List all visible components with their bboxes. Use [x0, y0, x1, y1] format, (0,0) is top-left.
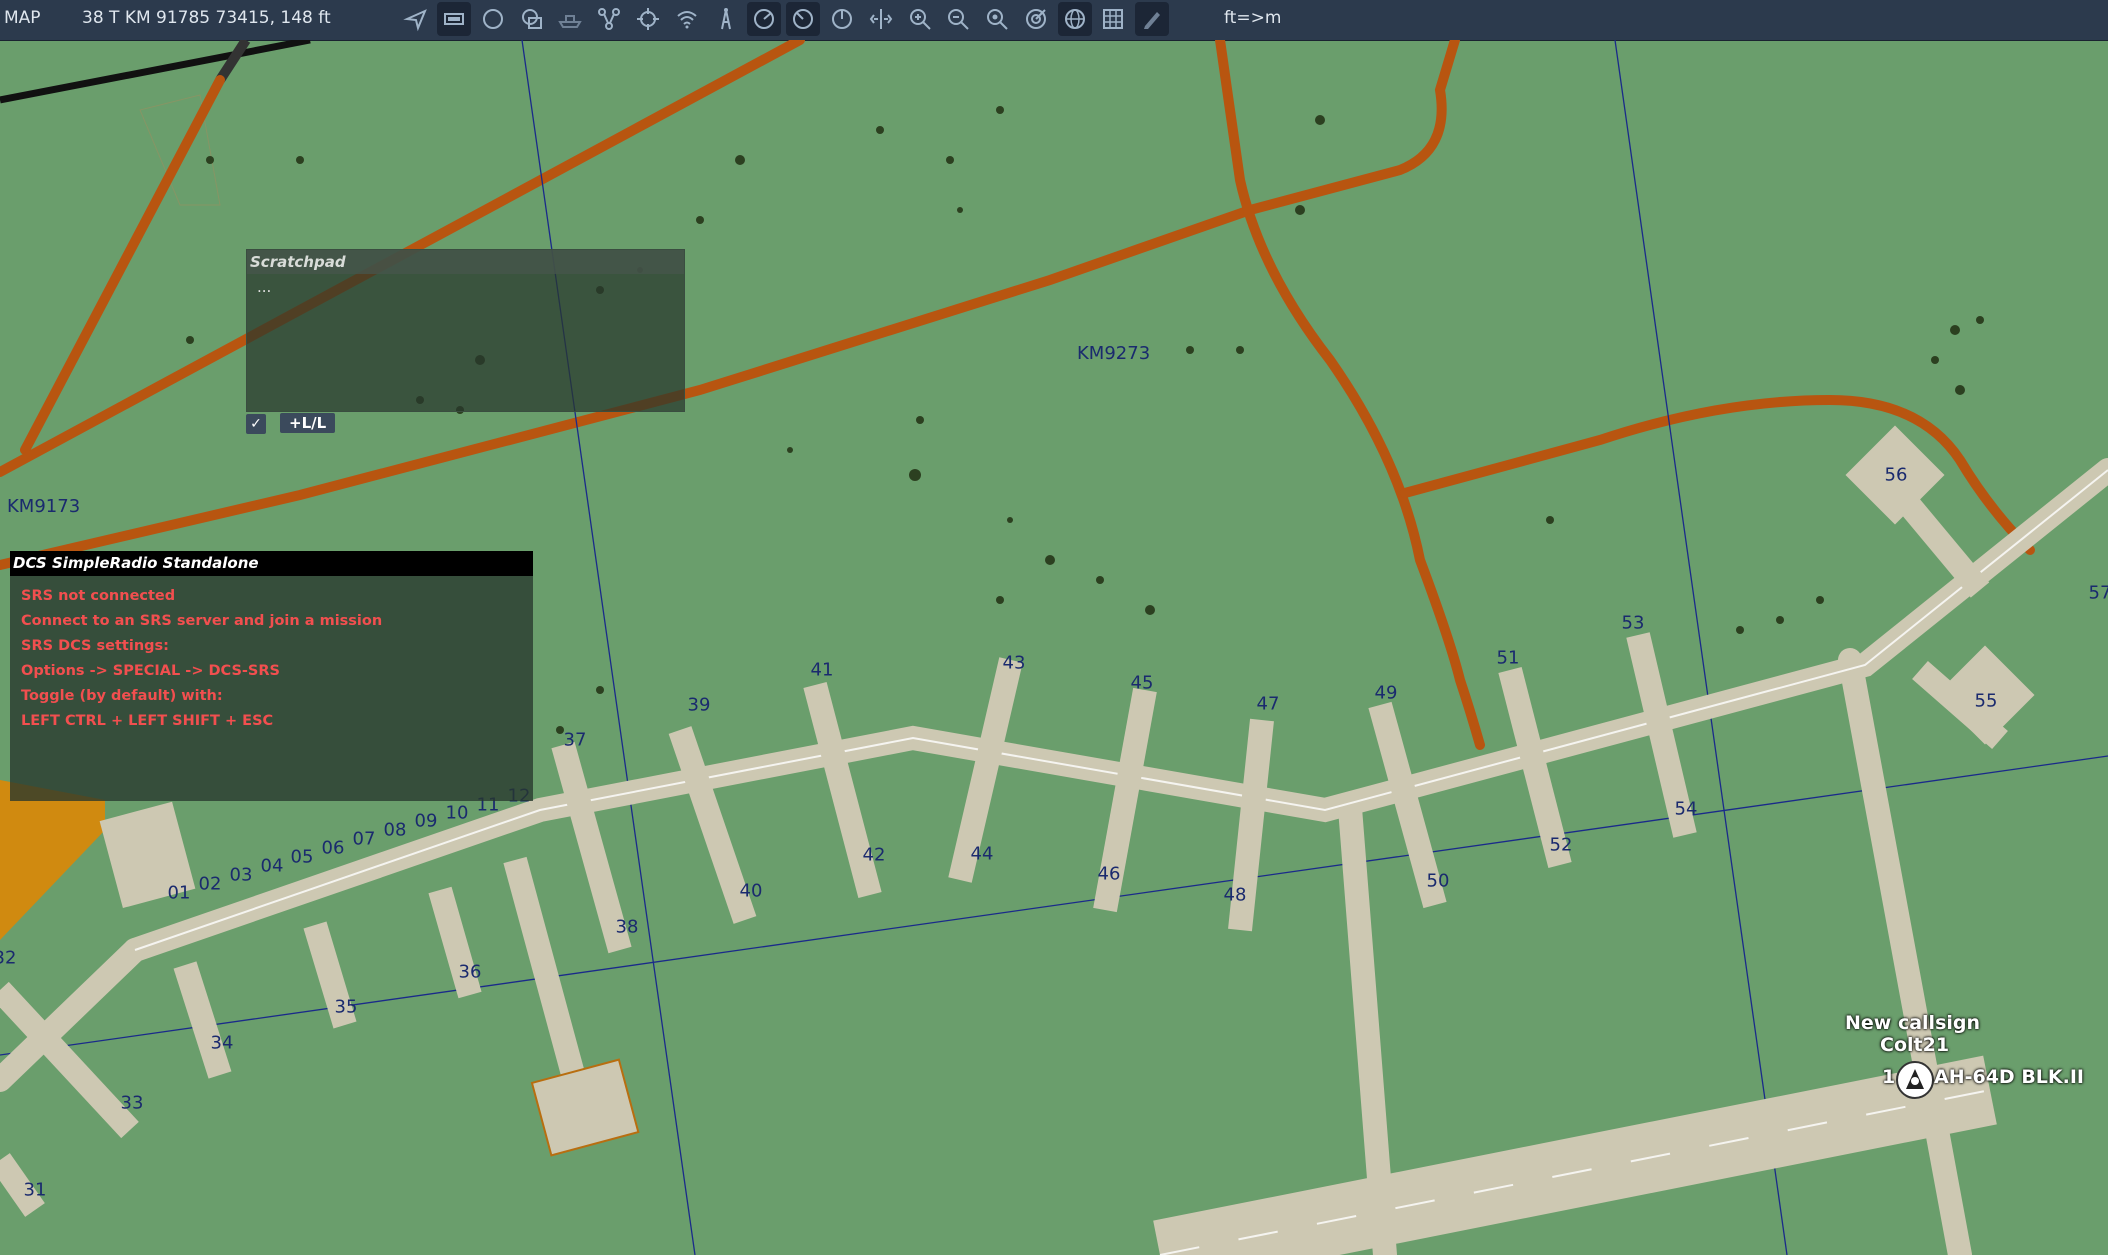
parking-spot-label: 43: [1002, 652, 1026, 674]
parking-spot-label: 37: [563, 729, 587, 751]
parking-spot-label: 38: [615, 916, 639, 938]
locate-icon[interactable]: [399, 2, 433, 36]
parking-spot-label: 08: [383, 819, 407, 841]
grid-icon[interactable]: [1096, 2, 1130, 36]
parking-spot-label: 04: [260, 855, 284, 877]
globe-icon[interactable]: [1058, 2, 1092, 36]
parking-spot-label: 31: [23, 1179, 47, 1201]
parking-spot-label: 05: [290, 846, 314, 868]
scratchpad-panel[interactable]: Scratchpad ...: [246, 249, 685, 412]
ruler-icon[interactable]: [864, 2, 898, 36]
srs-title: DCS SimpleRadio Standalone: [10, 551, 533, 576]
parking-spot-label: 57: [2088, 582, 2108, 604]
parking-spot-label: 52: [1549, 834, 1573, 856]
unit-callsign: Colt21: [1880, 1034, 1950, 1056]
srs-overlay: DCS SimpleRadio Standalone SRS not conne…: [10, 551, 533, 801]
parking-spot-label: 41: [810, 659, 834, 681]
parking-spot-label: 06: [321, 837, 345, 859]
srs-message: SRS not connected: [21, 588, 176, 604]
route-icon[interactable]: [592, 2, 626, 36]
parking-spot-label: 50: [1426, 870, 1450, 892]
parking-spot-label: 40: [739, 880, 763, 902]
parking-spot-label: 34: [210, 1032, 234, 1054]
parking-spot-label: 51: [1496, 647, 1520, 669]
parking-spot-label: 32: [0, 947, 17, 969]
parking-spot-label: 56: [1884, 464, 1908, 486]
cursor-coordinates: 38 T KM 91785 73415, 148 ft: [82, 8, 331, 28]
parking-spot-label: 53: [1621, 612, 1645, 634]
top-toolbar: MAP 38 T KM 91785 73415, 148 ft ft=>m: [0, 0, 2108, 41]
srs-message: LEFT CTRL + LEFT SHIFT + ESC: [21, 713, 274, 729]
tower-icon[interactable]: [709, 2, 743, 36]
unit-type: AH-64D BLK.II: [1934, 1066, 2084, 1088]
zoom-fit-icon[interactable]: [980, 2, 1014, 36]
parking-spot-label: 49: [1374, 682, 1398, 704]
radar-b-icon[interactable]: [786, 2, 820, 36]
mode-label[interactable]: MAP: [4, 8, 41, 28]
parking-spot-label: 48: [1223, 884, 1247, 906]
srs-message: SRS DCS settings:: [21, 638, 169, 654]
radar-c-icon[interactable]: [825, 2, 859, 36]
parking-spot-label: 42: [862, 844, 886, 866]
parking-spot-label: 01: [167, 882, 191, 904]
grid-label-km9273: KM9273: [1077, 343, 1151, 364]
parking-spot-label: 47: [1256, 693, 1280, 715]
srs-message: Toggle (by default) with:: [21, 688, 223, 704]
radar-a-icon[interactable]: [747, 2, 781, 36]
zoom-in-icon[interactable]: [903, 2, 937, 36]
parking-spot-label: 33: [120, 1092, 144, 1114]
zoom-out-icon[interactable]: [941, 2, 975, 36]
srs-message: Options -> SPECIAL -> DCS-SRS: [21, 663, 280, 679]
parking-spot-label: 45: [1130, 672, 1154, 694]
parking-spot-label: 54: [1674, 798, 1698, 820]
srs-message: Connect to an SRS server and join a miss…: [21, 613, 383, 629]
unit-count: 1: [1882, 1066, 1896, 1088]
signal-icon[interactable]: [670, 2, 704, 36]
view-icon[interactable]: [437, 2, 471, 36]
parking-spot-label: 55: [1974, 690, 1998, 712]
parking-spot-label: 09: [414, 810, 438, 832]
helicopter-icon[interactable]: [1896, 1061, 1934, 1099]
parking-spot-label: 02: [198, 873, 222, 895]
scratchpad-text[interactable]: ...: [247, 274, 684, 300]
parking-spot-label: 03: [229, 864, 253, 886]
parking-spot-label: 36: [458, 961, 482, 983]
insert-latlon-button[interactable]: +L/L: [280, 413, 336, 433]
unit-callsign-title: New callsign: [1845, 1012, 1981, 1034]
parking-spot-label: 07: [352, 828, 376, 850]
circle-icon[interactable]: [476, 2, 510, 36]
scratchpad-title: Scratchpad: [247, 250, 684, 274]
parking-spot-label: 35: [334, 996, 358, 1018]
grid-label-km9173: KM9173: [7, 496, 81, 517]
pencil-icon[interactable]: [1135, 2, 1169, 36]
rail-line: [0, 40, 311, 104]
parking-spot-label: 44: [970, 843, 994, 865]
ship-icon[interactable]: [553, 2, 587, 36]
layers-icon[interactable]: [515, 2, 549, 36]
parking-spot-label: 39: [687, 694, 711, 716]
units-toggle[interactable]: ft=>m: [1224, 8, 1281, 28]
zone-area: [0, 780, 105, 940]
target-icon[interactable]: [1019, 2, 1053, 36]
scratchpad-checkbox[interactable]: ✓: [246, 414, 266, 434]
parking-spot-label: 46: [1097, 863, 1121, 885]
crosshair-icon[interactable]: [631, 2, 665, 36]
parking-spot-label: 10: [445, 802, 469, 824]
